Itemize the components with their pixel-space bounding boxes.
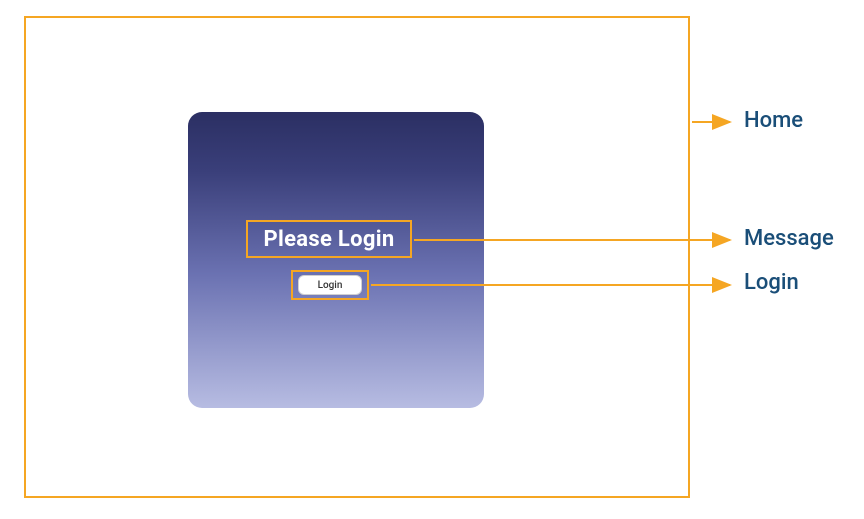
login-button-highlight-box: Login [291,270,369,300]
login-message-text: Please Login [264,227,395,252]
message-highlight-box: Please Login [246,220,412,258]
login-card [188,112,484,408]
label-message: Message [744,226,834,251]
label-login: Login [744,270,799,295]
login-button[interactable]: Login [298,275,362,295]
login-button-label: Login [318,280,343,291]
label-home: Home [744,108,803,133]
